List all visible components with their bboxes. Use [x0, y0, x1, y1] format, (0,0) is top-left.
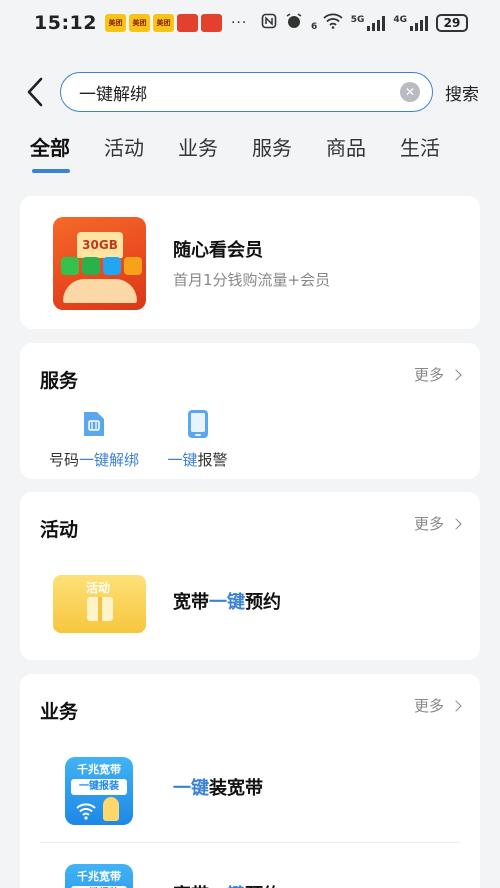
thumbnail-line1: 千兆宽带	[77, 870, 121, 883]
business-title: 业务	[40, 701, 79, 723]
tab-activities[interactable]: 活动	[104, 132, 144, 174]
chevron-right-icon	[450, 517, 462, 530]
signal-5g-icon: 5G	[351, 15, 386, 31]
back-arrow-icon[interactable]	[22, 76, 50, 108]
more-label: 更多	[413, 697, 444, 715]
activities-title: 活动	[40, 519, 79, 541]
status-time: 15:12	[34, 12, 97, 34]
clear-icon[interactable]: ✕	[400, 82, 420, 102]
activity-thumbnail[interactable]: 活动	[53, 575, 146, 633]
activities-card: 活动 更多 活动 宽带一键预约	[20, 492, 480, 660]
tab-all[interactable]: 全部	[30, 132, 70, 174]
category-tabs: 全部 活动 业务 服务 商品 生活	[30, 132, 474, 174]
app-notification-icon	[176, 14, 198, 32]
streaming-app-icons	[61, 257, 142, 275]
divider	[40, 842, 460, 843]
service-label: 一键报警	[167, 451, 228, 469]
services-more-link[interactable]: 更多	[413, 364, 462, 385]
hero-title: 随心看会员	[173, 240, 263, 261]
search-button[interactable]: 搜索	[445, 80, 479, 105]
service-item-unbind[interactable]: 号码一键解绑	[44, 409, 144, 470]
search-input[interactable]	[79, 82, 400, 102]
services-title: 服务	[40, 370, 79, 392]
membership-promo-image: 30GB	[53, 217, 146, 310]
services-card: 服务 更多 号码一键解绑 一键报警	[20, 343, 480, 479]
service-item-alarm[interactable]: 一键报警	[160, 409, 235, 470]
search-bar: ✕ 搜索	[0, 70, 500, 114]
thumbnail-line1: 千兆宽带	[77, 763, 121, 776]
hero-card[interactable]: 30GB 随心看会员 首月1分钱购流量+会员	[20, 196, 480, 329]
business-card: 业务 更多 千兆宽带 一键报装 一键装宽带 千兆宽带 一键报装 宽带一键预约	[20, 674, 480, 888]
broadband-booking-thumbnail[interactable]: 千兆宽带 一键报装	[65, 864, 133, 888]
tab-life[interactable]: 生活	[400, 132, 440, 174]
wifi-icon	[76, 803, 96, 820]
battery-icon: 29	[436, 14, 468, 32]
phone-icon	[187, 410, 208, 438]
tab-business[interactable]: 业务	[178, 132, 218, 174]
nfc-icon	[261, 13, 277, 33]
tab-services[interactable]: 服务	[252, 132, 292, 174]
signal-5g-label: 5G	[350, 15, 365, 25]
more-label: 更多	[413, 515, 444, 533]
activities-more-link[interactable]: 更多	[413, 513, 462, 534]
business-item-title[interactable]: 宽带一键预约	[173, 881, 281, 888]
more-label: 更多	[413, 366, 444, 384]
tab-products[interactable]: 商品	[326, 132, 366, 174]
data-badge: 30GB	[77, 232, 123, 258]
activity-item-title[interactable]: 宽带一键预约	[173, 588, 281, 614]
more-notifications-icon: ···	[230, 15, 248, 31]
broadband-install-thumbnail[interactable]: 千兆宽带 一键报装	[65, 757, 133, 825]
stage-decoration	[63, 279, 137, 303]
business-more-link[interactable]: 更多	[413, 695, 462, 716]
service-label: 号码一键解绑	[48, 451, 140, 469]
hero-subtitle: 首月1分钱购流量+会员	[173, 271, 331, 289]
meituan-app-icon: 美团	[128, 14, 150, 32]
signal-4g-icon: 4G	[393, 15, 428, 31]
chevron-right-icon	[450, 368, 462, 381]
app-notification-icon	[200, 14, 222, 32]
wifi-label: 6	[310, 22, 318, 32]
activity-image-label: 活动	[86, 581, 111, 595]
rocket-icon	[103, 797, 119, 821]
meituan-app-icon: 美团	[104, 14, 126, 32]
meituan-app-icon: 美团	[152, 14, 174, 32]
sim-card-icon	[84, 412, 104, 436]
signal-4g-label: 4G	[393, 15, 407, 25]
business-item-title[interactable]: 一键装宽带	[173, 774, 263, 800]
gift-icon	[87, 597, 113, 621]
alarm-icon	[285, 12, 303, 34]
notification-icons: 美团 美团 美团 ···	[104, 14, 248, 32]
search-field[interactable]: ✕	[60, 72, 433, 112]
wifi-icon: 6	[311, 13, 343, 33]
status-bar: 15:12 美团 美团 美团 ··· 6 5G 4G 29	[0, 0, 500, 46]
thumbnail-line2: 一键报装	[71, 779, 127, 795]
chevron-right-icon	[450, 699, 462, 712]
